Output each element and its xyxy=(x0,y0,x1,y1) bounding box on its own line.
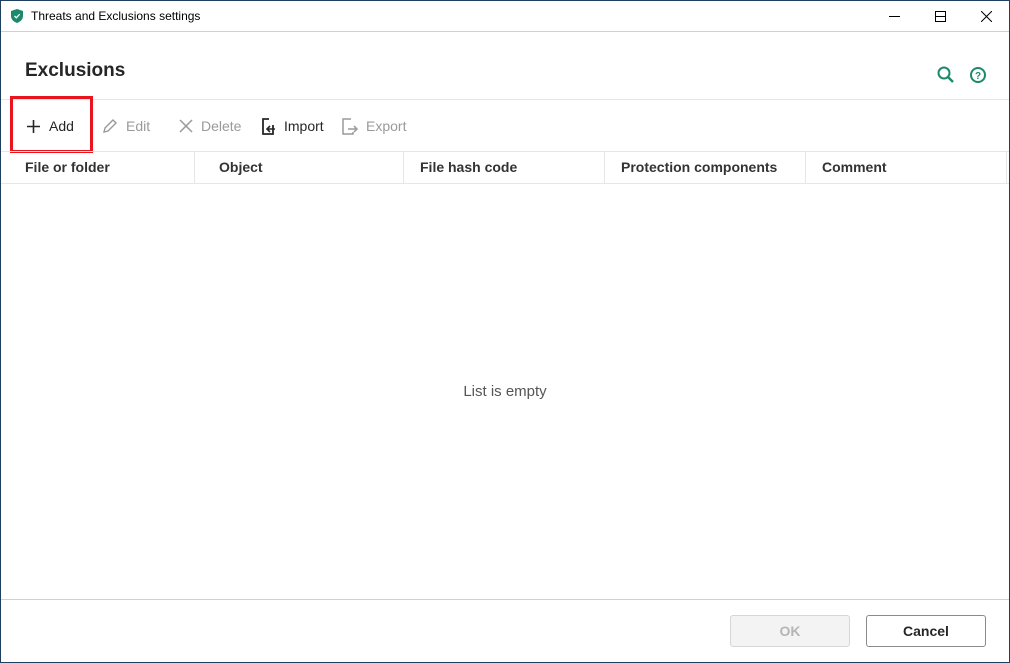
search-icon[interactable] xyxy=(936,65,956,85)
window-title: Threats and Exclusions settings xyxy=(31,9,201,23)
page-title: Exclusions xyxy=(25,60,126,81)
column-object[interactable]: Object xyxy=(203,152,404,183)
svg-text:?: ? xyxy=(975,71,981,82)
edit-button[interactable]: Edit xyxy=(102,115,150,137)
export-button[interactable]: Export xyxy=(341,115,406,137)
close-icon xyxy=(980,11,992,22)
minimize-button[interactable] xyxy=(871,1,917,32)
import-icon xyxy=(262,117,275,135)
highlight-box xyxy=(10,96,93,153)
column-file-hash-code[interactable]: File hash code xyxy=(404,152,605,183)
import-button[interactable]: Import xyxy=(259,115,324,137)
column-protection-components[interactable]: Protection components xyxy=(605,152,806,183)
delete-label: Delete xyxy=(201,118,242,134)
column-comment[interactable]: Comment xyxy=(806,152,1007,183)
edit-label: Edit xyxy=(126,118,151,134)
export-icon xyxy=(342,117,358,135)
footer-divider xyxy=(1,599,1009,600)
maximize-icon xyxy=(934,11,946,22)
cancel-button[interactable]: Cancel xyxy=(866,615,986,647)
dialog-window: Threats and Exclusions settings Exclusio… xyxy=(0,0,1010,663)
export-label: Export xyxy=(366,118,407,134)
import-label: Import xyxy=(284,118,324,134)
close-button[interactable] xyxy=(963,1,1009,32)
help-icon[interactable]: ? xyxy=(968,65,988,85)
table-header: File or folder Object File hash code Pro… xyxy=(1,151,1009,184)
x-icon xyxy=(179,119,193,133)
shield-logo-icon xyxy=(11,9,23,23)
minimize-icon xyxy=(888,16,900,17)
maximize-button[interactable] xyxy=(917,1,963,32)
divider xyxy=(1,99,1009,100)
empty-list-message: List is empty xyxy=(463,383,547,400)
ok-button[interactable]: OK xyxy=(730,615,850,647)
delete-button[interactable]: Delete xyxy=(179,115,241,137)
title-bar: Threats and Exclusions settings xyxy=(1,1,1009,32)
pencil-icon xyxy=(103,119,117,133)
column-file-or-folder[interactable]: File or folder xyxy=(1,152,195,183)
